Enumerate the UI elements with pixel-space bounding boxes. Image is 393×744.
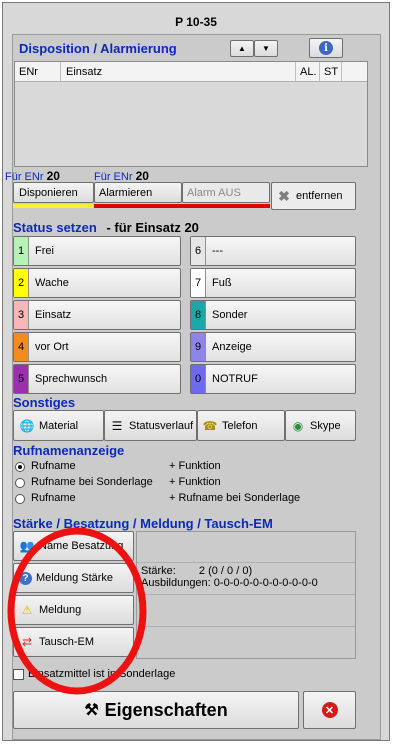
rufname-heading: Rufnamenanzeige <box>13 443 125 458</box>
alarmieren-button[interactable]: Alarmieren <box>94 182 182 203</box>
disposition-heading: Disposition / Alarmierung <box>19 41 177 56</box>
rufname-radio-1[interactable] <box>15 462 25 472</box>
info-icon: i <box>319 41 333 55</box>
telefon-button[interactable]: ☎ Telefon <box>197 410 285 441</box>
status-number: 2 <box>14 269 29 297</box>
fuer-enr-left: Für ENr 20 <box>5 169 60 183</box>
column-st[interactable]: ST <box>324 66 338 78</box>
close-button[interactable]: ✕ <box>303 691 356 729</box>
status-number: 8 <box>191 301 206 329</box>
fuer-enr-right-value: 20 <box>135 169 149 183</box>
status-button-7[interactable]: 7 Fuß <box>190 268 356 298</box>
skype-label: Skype <box>310 419 341 432</box>
alarm-aus-button[interactable]: Alarm AUS <box>182 182 270 203</box>
status-button-3[interactable]: 3 Einsatz <box>13 300 181 330</box>
ausbildungen-value: 0-0-0-0-0-0-0-0-0-0-0 <box>213 577 318 589</box>
status-label: Einsatz <box>35 309 72 321</box>
einsatz-table[interactable]: ENr Einsatz AL. ST <box>14 61 368 167</box>
status-number: 0 <box>191 365 206 393</box>
move-up-button[interactable]: ▲ <box>230 40 254 57</box>
window-title: P 10-35 <box>175 15 217 29</box>
telephone-icon: ☎ <box>202 418 218 433</box>
status-label: NOTRUF <box>212 373 258 385</box>
material-button[interactable]: 🌐 Material <box>13 410 104 441</box>
column-al[interactable]: AL. <box>300 66 317 78</box>
title-bar: P 10-35 <box>4 4 388 34</box>
globe-icon: 🌐 <box>19 418 35 433</box>
skype-icon: ◉ <box>292 418 304 433</box>
status-subheading: - für Einsatz 20 <box>106 220 199 235</box>
highlight-circle <box>7 527 147 695</box>
arrow-down-icon: ▼ <box>262 44 270 53</box>
status-label: Sprechwunsch <box>35 373 108 385</box>
status-button-8[interactable]: 8 Sonder <box>190 300 356 330</box>
entfernen-label: entfernen <box>296 190 343 202</box>
status-number: 9 <box>191 333 206 361</box>
statusverlauf-button[interactable]: ☰ Statusverlauf <box>104 410 197 441</box>
staerke-value: 2 (0 / 0 / 0) <box>198 565 253 577</box>
status-number: 1 <box>14 237 29 265</box>
arrow-up-icon: ▲ <box>238 44 246 53</box>
fuer-enr-left-value: 20 <box>46 169 60 183</box>
status-label: Fuß <box>212 277 232 289</box>
telefon-label: Telefon <box>222 419 258 432</box>
status-button-0[interactable]: 0 NOTRUF <box>190 364 356 394</box>
status-label: Wache <box>35 277 69 289</box>
material-label: Material <box>39 419 79 432</box>
close-icon: ✕ <box>321 702 338 718</box>
sonstiges-heading: Sonstiges <box>13 395 76 410</box>
status-button-4[interactable]: 4 vor Ort <box>13 332 181 362</box>
entfernen-button[interactable]: ✖ entfernen <box>271 182 356 210</box>
list-icon: ☰ <box>111 418 123 433</box>
status-button-2[interactable]: 2 Wache <box>13 268 181 298</box>
status-heading-text: Status setzen <box>13 220 97 235</box>
status-button-5[interactable]: 5 Sprechwunsch <box>13 364 181 394</box>
status-number: 3 <box>14 301 29 329</box>
rufname-option-label: Rufname <box>31 492 76 504</box>
status-label: Frei <box>35 245 54 257</box>
status-number: 6 <box>191 237 206 265</box>
status-button-1[interactable]: 1 Frei <box>13 236 181 266</box>
column-enr[interactable]: ENr <box>19 66 38 78</box>
status-button-9[interactable]: 9 Anzeige <box>190 332 356 362</box>
status-number: 7 <box>191 269 206 297</box>
rufname-option-suffix: + Funktion <box>169 460 221 472</box>
status-label: --- <box>212 245 223 257</box>
rufname-radio-3[interactable] <box>15 494 25 504</box>
dialog-window: P 10-35 Disposition / Alarmierung ▲ ▼ i … <box>2 2 390 741</box>
rufname-option-suffix: + Funktion <box>169 476 221 488</box>
main-panel: Disposition / Alarmierung ▲ ▼ i ENr Eins… <box>5 34 381 740</box>
status-label: vor Ort <box>35 341 69 353</box>
remove-x-icon: ✖ <box>278 187 290 204</box>
status-label: Anzeige <box>212 341 252 353</box>
status-number: 4 <box>14 333 29 361</box>
status-button-6[interactable]: 6 --- <box>190 236 356 266</box>
status-number: 5 <box>14 365 29 393</box>
status-label: Sonder <box>212 309 248 321</box>
rufname-radio-2[interactable] <box>15 478 25 488</box>
table-header: ENr Einsatz AL. ST <box>15 62 367 82</box>
red-status-bar <box>94 204 270 208</box>
move-down-button[interactable]: ▼ <box>254 40 278 57</box>
info-button[interactable]: i <box>309 38 343 58</box>
yellow-status-bar <box>13 204 93 208</box>
fuer-enr-right: Für ENr 20 <box>94 169 149 183</box>
column-einsatz[interactable]: Einsatz <box>66 66 102 78</box>
disponieren-button[interactable]: Disponieren <box>13 182 94 203</box>
statusverlauf-label: Statusverlauf <box>129 419 194 432</box>
skype-button[interactable]: ◉ Skype <box>285 410 356 441</box>
rufname-option-label: Rufname <box>31 460 76 472</box>
status-heading: Status setzen - für Einsatz 20 <box>13 220 199 235</box>
rufname-option-suffix: + Rufname bei Sonderlage <box>169 492 301 504</box>
rufname-option-label: Rufname bei Sonderlage <box>31 476 153 488</box>
